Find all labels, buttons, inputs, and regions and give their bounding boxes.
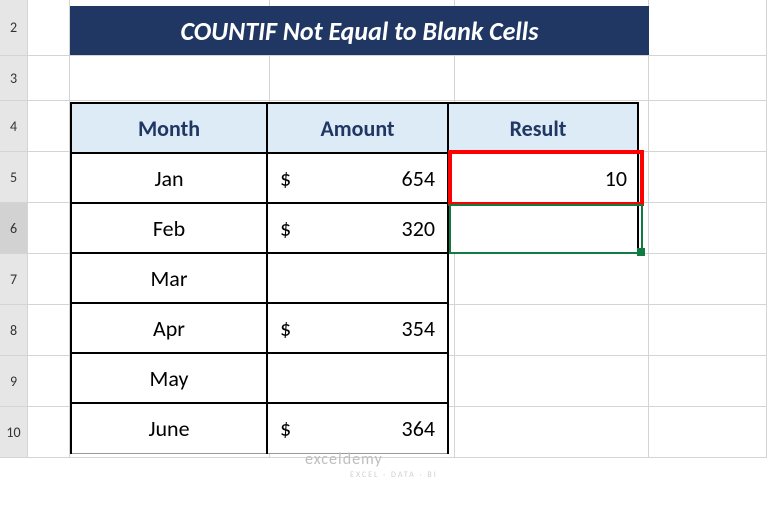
grid-cell[interactable] <box>28 56 70 100</box>
grid-cell[interactable] <box>649 356 767 406</box>
row-header[interactable]: 7 <box>0 254 27 305</box>
header-result[interactable]: Result <box>448 103 638 153</box>
grid-cell[interactable] <box>28 407 70 457</box>
watermark-logo: exceldemy <box>305 450 383 469</box>
currency-symbol: $ <box>280 215 291 242</box>
table-row: May <box>71 353 638 403</box>
row-header[interactable]: 3 <box>0 56 27 101</box>
header-month[interactable]: Month <box>71 103 267 153</box>
row-header[interactable]: 2 <box>0 0 27 56</box>
grid-cell[interactable] <box>28 203 70 253</box>
cell-amount[interactable]: $320 <box>267 203 448 253</box>
cell-month[interactable]: May <box>71 353 267 403</box>
table-row: Feb$320 <box>71 203 638 253</box>
row-header[interactable]: 4 <box>0 101 27 152</box>
watermark-subtext: EXCEL · DATA · BI <box>350 470 438 480</box>
grid-cell[interactable] <box>28 0 70 55</box>
grid-row <box>28 56 767 101</box>
table-row: Mar <box>71 253 638 303</box>
grid-cell[interactable] <box>270 56 455 100</box>
grid-cell[interactable] <box>649 101 767 151</box>
grid-cell[interactable] <box>649 254 767 304</box>
amount-value: 654 <box>402 165 435 192</box>
cell-month[interactable]: Apr <box>71 303 267 353</box>
grid-cell[interactable] <box>649 56 767 100</box>
page-title: COUNTIF Not Equal to Blank Cells <box>70 6 649 55</box>
grid-cell[interactable] <box>70 56 270 100</box>
grid-cell[interactable] <box>649 407 767 457</box>
cell-month[interactable]: Mar <box>71 253 267 303</box>
grid-cell[interactable] <box>649 152 767 202</box>
amount-value: 320 <box>402 215 435 242</box>
cell-amount[interactable] <box>267 253 448 303</box>
cell-month[interactable]: Jan <box>71 153 267 203</box>
cell-month[interactable]: Feb <box>71 203 267 253</box>
table-row: Apr$354 <box>71 303 638 353</box>
cell-month[interactable]: June <box>71 403 267 453</box>
grid-cell[interactable] <box>28 305 70 355</box>
table-row: June$364 <box>71 403 638 453</box>
cell-amount[interactable]: $364 <box>267 403 448 453</box>
grid-cell[interactable] <box>649 0 767 55</box>
watermark-text: exceldemy <box>305 450 383 469</box>
currency-symbol: $ <box>280 165 291 192</box>
grid-cell[interactable] <box>649 203 767 253</box>
grid-cell[interactable] <box>28 356 70 406</box>
cell-amount[interactable] <box>267 353 448 403</box>
cell-result[interactable] <box>448 203 638 253</box>
row-header[interactable]: 10 <box>0 407 27 458</box>
grid-cell[interactable] <box>28 254 70 304</box>
table-row: Jan$65410 <box>71 153 638 203</box>
grid-cell[interactable] <box>649 305 767 355</box>
data-table: Month Amount Result Jan$65410Feb$320MarA… <box>70 102 639 454</box>
cell-result[interactable]: 10 <box>448 153 638 203</box>
currency-symbol: $ <box>280 415 291 442</box>
grid-cell[interactable] <box>455 56 649 100</box>
header-row: Month Amount Result <box>71 103 638 153</box>
amount-value: 364 <box>402 415 435 442</box>
row-header[interactable]: 9 <box>0 356 27 407</box>
cell-amount[interactable]: $354 <box>267 303 448 353</box>
row-header-gutter: 2345678910 <box>0 0 28 458</box>
row-header[interactable]: 5 <box>0 152 27 203</box>
cell-amount[interactable]: $654 <box>267 153 448 203</box>
header-amount[interactable]: Amount <box>267 103 448 153</box>
row-header[interactable]: 8 <box>0 305 27 356</box>
row-header[interactable]: 6 <box>0 203 27 254</box>
amount-value: 354 <box>402 315 435 342</box>
grid-cell[interactable] <box>28 152 70 202</box>
grid-cell[interactable] <box>28 101 70 151</box>
currency-symbol: $ <box>280 315 291 342</box>
